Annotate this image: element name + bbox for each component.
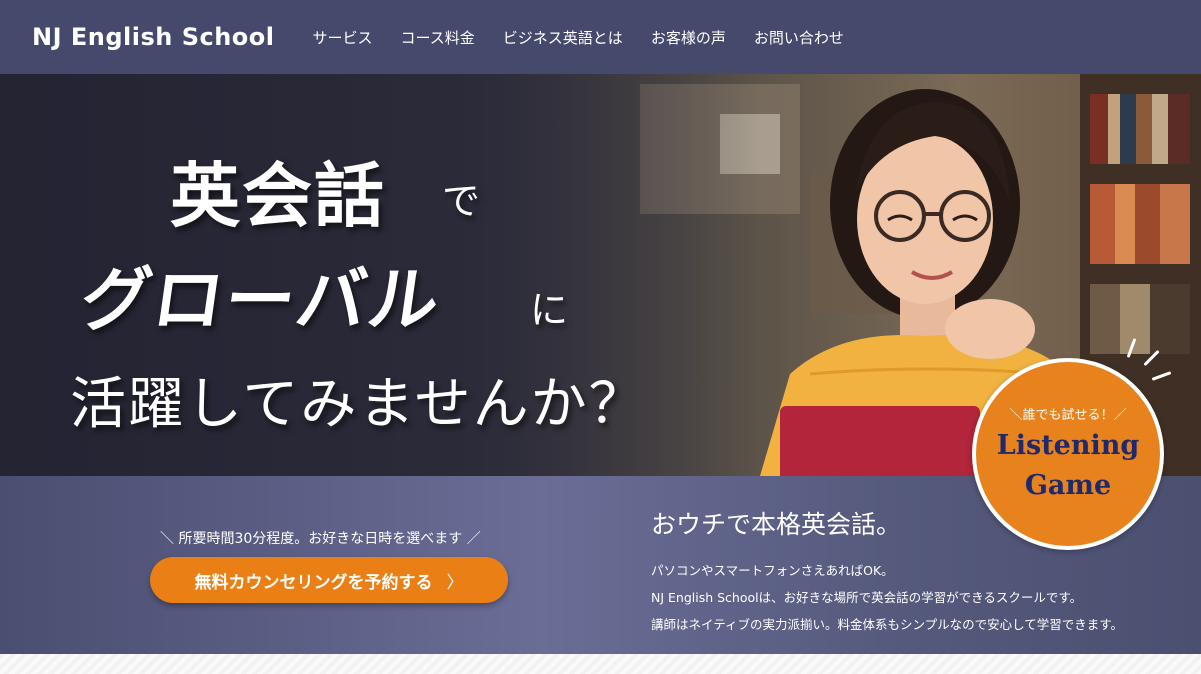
main-nav: サービス コース料金 ビジネス英語とは お客様の声 お問い合わせ bbox=[313, 27, 872, 48]
intro-text-line: パソコンやスマートフォンさえあればOK。 bbox=[651, 563, 894, 578]
section-divider bbox=[0, 654, 1201, 674]
intro-text-line: NJ English Schoolは、お好きな場所で英会話の学習ができるスクール… bbox=[651, 590, 1083, 605]
badge-title-line2: Game bbox=[1024, 470, 1112, 501]
cta-note: ＼ 所要時間30分程度。お好きな日時を選べます ／ bbox=[160, 531, 481, 547]
hero-headline: 英会話 で グローバル に 活躍してみませんか？ bbox=[0, 74, 700, 476]
cta-button-label: 無料カウンセリングを予約する bbox=[194, 572, 433, 593]
site-logo[interactable]: NJ English School bbox=[32, 23, 275, 51]
nav-item-course-fees[interactable]: コース料金 bbox=[401, 27, 475, 48]
chevron-right-icon: 〉 bbox=[446, 572, 464, 593]
intro-title: おウチで本格英会話。 bbox=[651, 510, 902, 539]
intro-text-line: 講師はネイティブの実力派揃い。料金体系もシンプルなので安心して学習できます。 bbox=[651, 617, 1124, 632]
nav-item-contact[interactable]: お問い合わせ bbox=[754, 27, 844, 48]
badge-title-line1: Listening bbox=[996, 430, 1140, 461]
headline-line3: 活躍してみませんか？ bbox=[70, 372, 647, 437]
listening-game-badge[interactable]: ＼誰でも試せる！／ Listening Game bbox=[972, 358, 1164, 550]
headline-particle-de: で bbox=[442, 179, 481, 223]
badge-subtitle: ＼誰でも試せる！／ bbox=[1009, 408, 1127, 423]
headline-global: グローバル bbox=[75, 259, 447, 341]
nav-item-testimonials[interactable]: お客様の声 bbox=[651, 27, 726, 48]
headline-english-conversation: 英会話 bbox=[170, 155, 386, 237]
nav-item-business-english[interactable]: ビジネス英語とは bbox=[503, 27, 623, 48]
free-counseling-button[interactable]: 無料カウンセリングを予約する 〉 bbox=[150, 557, 508, 603]
site-header: NJ English School サービス コース料金 ビジネス英語とは お客… bbox=[0, 0, 1201, 74]
headline-particle-ni: に bbox=[530, 288, 569, 332]
nav-item-services[interactable]: サービス bbox=[313, 27, 373, 48]
